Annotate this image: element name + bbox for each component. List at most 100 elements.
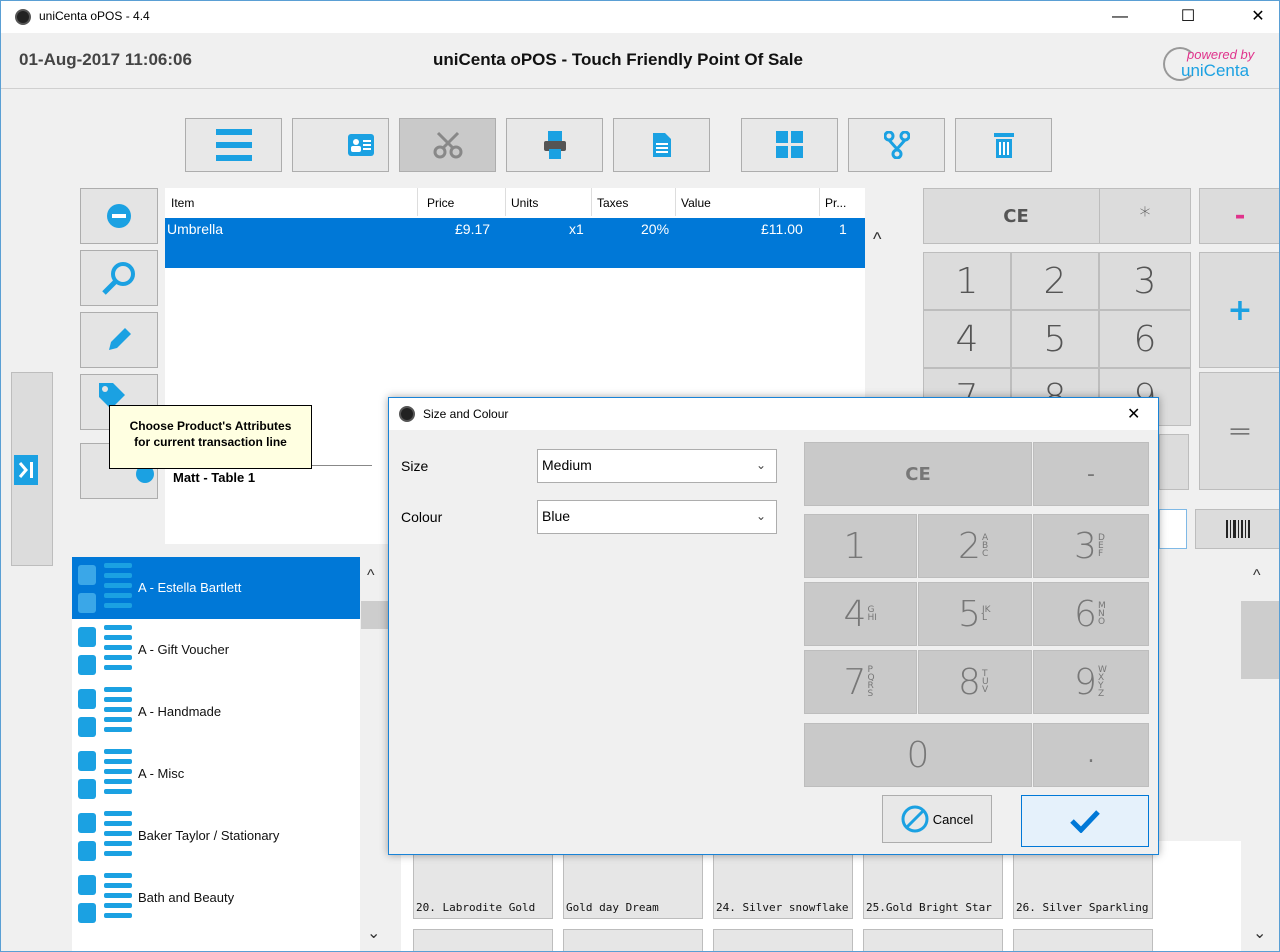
table-row[interactable]: Umbrella £9.17 x1 20% £11.00 1 bbox=[165, 218, 865, 268]
dialog-title-bar: Size and Colour ✕ bbox=[389, 398, 1158, 430]
category-item[interactable]: A - Estella Bartlett bbox=[72, 557, 360, 619]
ok-button[interactable] bbox=[1021, 795, 1149, 847]
category-icon bbox=[78, 811, 132, 861]
side-panel-toggle[interactable] bbox=[11, 372, 53, 566]
product-button[interactable] bbox=[863, 929, 1003, 951]
split-button[interactable] bbox=[399, 118, 496, 172]
cancel-label: Cancel bbox=[932, 811, 974, 827]
product-button[interactable]: Gold day Dream bbox=[563, 853, 703, 919]
dialog-digit-key[interactable]: 2 ABC bbox=[918, 514, 1032, 578]
ticket-scroll-up[interactable]: ^ bbox=[873, 229, 881, 250]
keypad-partial-key[interactable] bbox=[1159, 434, 1189, 490]
category-item[interactable]: Bath and Beauty bbox=[72, 867, 360, 929]
equals-key[interactable]: = bbox=[1199, 372, 1279, 490]
remove-line-button[interactable] bbox=[80, 188, 158, 244]
digit-2-key[interactable]: 2 bbox=[1011, 252, 1099, 310]
page-title: uniCenta oPOS - Touch Friendly Point Of … bbox=[433, 50, 803, 69]
dialog-digit-key[interactable]: 6 MNO bbox=[1033, 582, 1149, 646]
search-product-button[interactable] bbox=[80, 250, 158, 306]
grid-icon bbox=[775, 131, 803, 158]
category-item[interactable]: A - Handmade bbox=[72, 681, 360, 743]
digit-1-key[interactable]: 1 bbox=[923, 252, 1011, 310]
digit-label: 5 bbox=[958, 593, 981, 635]
digit-3-key[interactable]: 3 bbox=[1099, 252, 1191, 310]
chevron-down-icon: ⌄ bbox=[755, 458, 766, 472]
product-scroll-thumb[interactable] bbox=[1241, 601, 1279, 679]
size-select[interactable]: Medium ⌄ bbox=[537, 449, 777, 483]
product-button[interactable]: 24. Silver snowflake bbox=[713, 853, 853, 919]
barcode-button[interactable] bbox=[1195, 509, 1279, 549]
cancel-button[interactable]: Cancel bbox=[882, 795, 992, 843]
dialog-digit-key[interactable]: 1 bbox=[804, 514, 917, 578]
dialog-app-icon bbox=[399, 406, 415, 422]
ce-key[interactable]: CE bbox=[923, 188, 1109, 244]
dialog-digit-key[interactable]: 8 TUV bbox=[918, 650, 1032, 714]
customer-label: Matt - Table 1 bbox=[173, 470, 256, 485]
category-scrollbar[interactable]: ^ ⌄ bbox=[361, 557, 391, 951]
product-label: 24. Silver snowflake bbox=[716, 901, 849, 914]
brand-text: uniCenta bbox=[1181, 61, 1250, 80]
category-icon bbox=[78, 687, 132, 737]
delete-ticket-button[interactable] bbox=[955, 118, 1052, 172]
product-button[interactable] bbox=[413, 929, 553, 951]
pencil-icon bbox=[109, 328, 131, 350]
category-label: A - Gift Voucher bbox=[138, 642, 230, 657]
document-button[interactable] bbox=[613, 118, 710, 172]
customer-button[interactable] bbox=[292, 118, 389, 172]
close-button[interactable]: ✕ bbox=[1235, 1, 1279, 33]
category-item[interactable]: A - Misc bbox=[72, 743, 360, 805]
chevron-down-icon: ⌄ bbox=[755, 509, 766, 523]
colour-label: Colour bbox=[401, 509, 443, 525]
scroll-thumb[interactable] bbox=[361, 601, 391, 629]
dialog-close-button[interactable]: ✕ bbox=[1127, 404, 1140, 424]
row-units: x1 bbox=[569, 221, 584, 237]
product-button[interactable] bbox=[563, 929, 703, 951]
dialog-minus-key[interactable]: - bbox=[1033, 442, 1149, 506]
print-button[interactable] bbox=[506, 118, 603, 172]
trash-icon bbox=[993, 133, 1014, 158]
dialog-digit-0-key[interactable]: 0 bbox=[804, 723, 1032, 787]
dialog-digit-key[interactable]: 5 JKL bbox=[918, 582, 1032, 646]
column-header-item: Item bbox=[171, 196, 195, 210]
dialog-digit-key[interactable]: 3 DEF bbox=[1033, 514, 1149, 578]
letters-label: WXYZ bbox=[1097, 665, 1107, 699]
dialog-digit-key[interactable]: 7 PQRS bbox=[804, 650, 917, 714]
letters-label: PQRS bbox=[867, 665, 875, 699]
letters-label: DEF bbox=[1097, 533, 1105, 559]
product-button[interactable]: 20. Labrodite Gold bbox=[413, 853, 553, 919]
category-label: A - Estella Bartlett bbox=[138, 580, 242, 595]
minimize-button[interactable]: — bbox=[1097, 1, 1143, 33]
minus-key[interactable]: - bbox=[1199, 188, 1279, 244]
datetime: 01-Aug-2017 11:06:06 bbox=[19, 50, 192, 69]
maximize-button[interactable]: ☐ bbox=[1165, 1, 1211, 33]
dialog-dot-key[interactable]: . bbox=[1033, 723, 1149, 787]
menu-icon bbox=[215, 129, 252, 161]
layout-button[interactable] bbox=[741, 118, 838, 172]
multiply-key[interactable]: * bbox=[1099, 188, 1191, 244]
row-item: Umbrella bbox=[167, 221, 224, 237]
menu-button[interactable] bbox=[185, 118, 282, 172]
dialog-ce-key[interactable]: CE bbox=[804, 442, 1032, 506]
digit-6-key[interactable]: 6 bbox=[1099, 310, 1191, 368]
barcode-input[interactable] bbox=[1159, 509, 1187, 549]
document-icon bbox=[652, 133, 671, 157]
product-scrollbar[interactable]: ^ ⌄ bbox=[1241, 557, 1279, 951]
digit-4-key[interactable]: 4 bbox=[923, 310, 1011, 368]
category-item[interactable]: Baker Taylor / Stationary bbox=[72, 805, 360, 867]
edit-line-button[interactable] bbox=[80, 312, 158, 368]
product-button[interactable] bbox=[713, 929, 853, 951]
merge-button[interactable] bbox=[848, 118, 945, 172]
product-button[interactable] bbox=[1013, 929, 1153, 951]
category-label: Baker Taylor / Stationary bbox=[138, 828, 280, 843]
plus-key[interactable]: + bbox=[1199, 252, 1279, 368]
digit-5-key[interactable]: 5 bbox=[1011, 310, 1099, 368]
colour-select[interactable]: Blue ⌄ bbox=[537, 500, 777, 534]
dialog-digit-key[interactable]: 4 GHI bbox=[804, 582, 917, 646]
title-bar: uniCenta oPOS - 4.4 — ☐ ✕ bbox=[1, 1, 1279, 33]
dialog-digit-key[interactable]: 9 WXYZ bbox=[1033, 650, 1149, 714]
category-item[interactable]: A - Gift Voucher bbox=[72, 619, 360, 681]
product-button[interactable]: 25.Gold Bright Star bbox=[863, 853, 1003, 919]
product-button[interactable]: 26. Silver Sparkling bbox=[1013, 853, 1153, 919]
letters-label: GHI bbox=[867, 605, 877, 623]
digit-label: 6 bbox=[1074, 593, 1097, 635]
